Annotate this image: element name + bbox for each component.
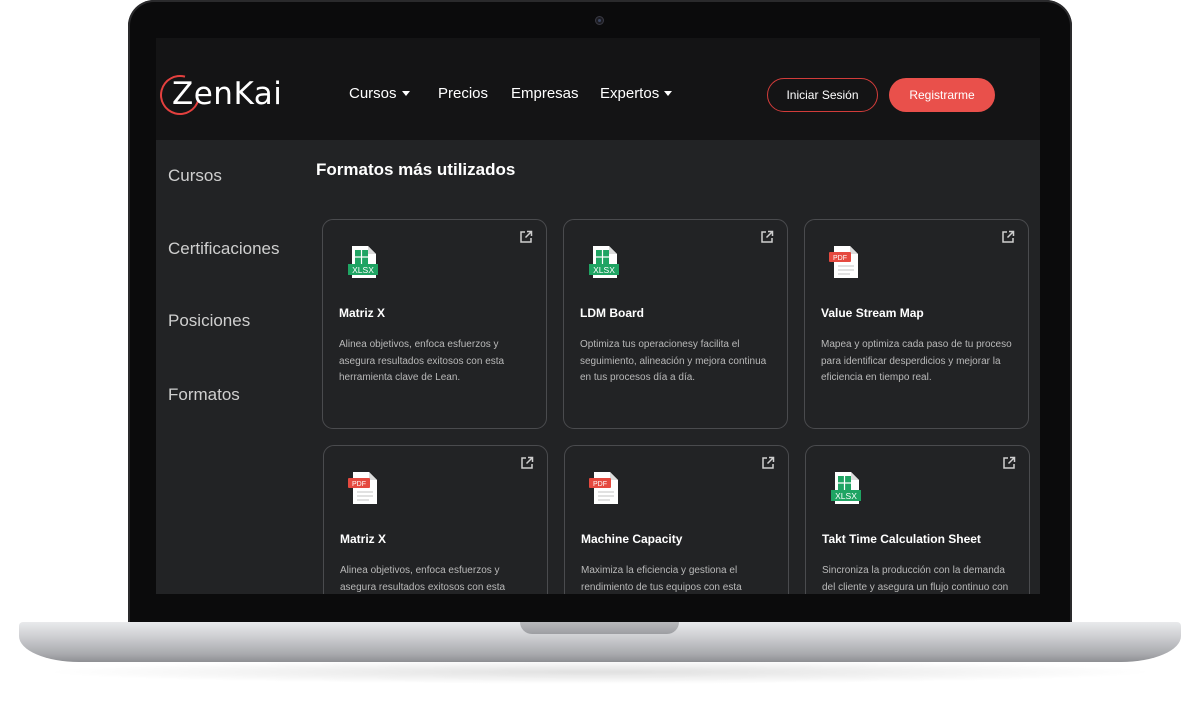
svg-text:PDF: PDF	[352, 481, 366, 488]
svg-text:PDF: PDF	[833, 255, 847, 262]
svg-text:XLSX: XLSX	[835, 491, 857, 501]
card-description: Alinea objetivos, enfoca esfuerzos y ase…	[339, 339, 505, 383]
card-description: Optimiza tus operacionesy facilita el se…	[580, 339, 767, 383]
card-description: Sincroniza la producción con la demanda …	[822, 565, 1009, 593]
card-title: Matriz X	[340, 532, 387, 546]
card-description: Mapea y optimiza cada paso de tu proceso…	[821, 339, 1012, 383]
card-title: Matriz X	[339, 306, 386, 320]
top-navbar: ZenKai Cursos Precios Empresas Expertos …	[156, 38, 1040, 140]
svg-text:XLSX: XLSX	[593, 265, 615, 275]
card-title: LDM Board	[580, 306, 644, 320]
register-button[interactable]: Registrarme	[889, 78, 995, 112]
external-link-icon[interactable]	[761, 456, 775, 470]
sidebar-item-cursos[interactable]: Cursos	[168, 166, 222, 186]
sidebar-item-certificaciones[interactable]: Certificaciones	[168, 239, 280, 259]
logo-text-zen: Zen	[172, 76, 234, 112]
laptop-shadow	[40, 660, 1160, 684]
xlsx-file-icon: XLSX	[348, 246, 378, 278]
nav-item-precios[interactable]: Precios	[438, 85, 488, 102]
card-description: Maximiza la eficiencia y gestiona el ren…	[581, 565, 742, 593]
external-link-icon[interactable]	[520, 456, 534, 470]
format-card[interactable]: PDF Value Stream Map Mapea y optimiza ca…	[804, 219, 1029, 429]
pdf-file-icon: PDF	[589, 472, 618, 504]
nav-item-cursos[interactable]: Cursos	[349, 85, 410, 102]
svg-text:XLSX: XLSX	[352, 265, 374, 275]
pdf-file-icon: PDF	[348, 472, 377, 504]
card-title: Takt Time Calculation Sheet	[822, 532, 981, 546]
nav-item-label: Cursos	[349, 85, 397, 102]
sidebar-item-formatos[interactable]: Formatos	[168, 385, 240, 405]
format-card[interactable]: PDF Matriz X Alinea objetivos, enfoca es…	[323, 445, 548, 594]
login-button[interactable]: Iniciar Sesión	[767, 78, 878, 112]
format-card[interactable]: XLSX Takt Time Calculation Sheet Sincron…	[805, 445, 1030, 594]
nav-item-expertos[interactable]: Expertos	[600, 85, 673, 102]
pdf-file-icon: PDF	[829, 246, 858, 278]
logo-text: ZenKai	[172, 76, 282, 112]
nav-item-label: Empresas	[511, 85, 579, 102]
format-card[interactable]: XLSX Matriz X Alinea objetivos, enfoca e…	[322, 219, 547, 429]
zenkai-logo[interactable]: ZenKai	[156, 67, 282, 123]
xlsx-file-icon: XLSX	[589, 246, 619, 278]
external-link-icon[interactable]	[760, 230, 774, 244]
card-title: Machine Capacity	[581, 532, 683, 546]
format-card[interactable]: XLSX LDM Board Optimiza tus operacionesy…	[563, 219, 788, 429]
chevron-down-icon	[664, 91, 673, 96]
logo-text-kai: Kai	[233, 76, 283, 112]
chevron-down-icon	[401, 91, 410, 96]
nav-item-empresas[interactable]: Empresas	[511, 85, 579, 102]
laptop-base-notch	[520, 622, 679, 634]
nav-item-label: Precios	[438, 85, 489, 102]
card-description: Alinea objetivos, enfoca esfuerzos y ase…	[340, 565, 506, 593]
svg-text:PDF: PDF	[593, 481, 607, 488]
external-link-icon[interactable]	[519, 230, 533, 244]
format-card[interactable]: PDF Machine Capacity Maximiza la eficien…	[564, 445, 789, 594]
card-title: Value Stream Map	[821, 306, 924, 320]
external-link-icon[interactable]	[1002, 456, 1016, 470]
external-link-icon[interactable]	[1001, 230, 1015, 244]
sidebar-item-posiciones[interactable]: Posiciones	[168, 311, 250, 331]
xlsx-file-icon: XLSX	[831, 472, 861, 504]
nav-item-label: Expertos	[600, 85, 660, 102]
screen: ZenKai Cursos Precios Empresas Expertos …	[156, 38, 1040, 594]
section-title: Formatos más utilizados	[316, 160, 516, 179]
webcam	[595, 16, 604, 25]
